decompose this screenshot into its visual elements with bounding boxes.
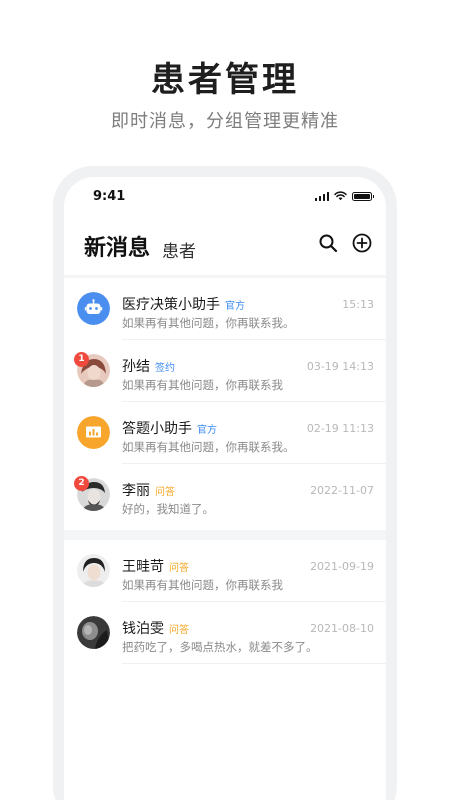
message-time: 03-19 14:13 (306, 360, 374, 373)
message-time: 2021-09-19 (310, 560, 374, 573)
contact-name: 医疗决策小助手 (122, 297, 220, 313)
contact-tag: 问答 (169, 563, 189, 574)
divider (122, 663, 386, 664)
message-list-earlier: 王畦苛 问答 如果再有其他问题，你再联系我 2021-09-19 钱泊雯 问答 … (64, 540, 386, 800)
contact-tag: 问答 (169, 625, 189, 636)
header-bar: 新消息 患者 (64, 217, 386, 275)
list-item[interactable]: 答题小助手 官方 如果再有其他问题，你再联系我。 02-19 11:13 (64, 402, 386, 464)
name-line: 孙结 签约 (122, 356, 175, 376)
status-bar: 9:41 (64, 177, 386, 217)
message-preview: 好的，我知道了。 (122, 502, 214, 516)
contact-name: 王畦苛 (122, 559, 164, 575)
message-preview: 把药吃了，多喝点热水，就差不多了。 (122, 640, 318, 654)
message-time: 2022-11-07 (310, 484, 374, 497)
contact-tag: 问答 (155, 487, 175, 498)
wifi-icon (334, 191, 347, 201)
contact-name: 钱泊雯 (122, 621, 164, 637)
phone-frame: 9:41 新消息 患者 医疗决策小助手 官方 如果再有其他问题，你再联系我。 1… (53, 166, 397, 800)
plus-circle-icon[interactable] (352, 233, 372, 253)
avatar (77, 554, 110, 587)
status-time: 9:41 (93, 189, 126, 204)
message-time: 02-19 11:13 (306, 422, 374, 435)
header-actions (318, 233, 372, 253)
message-preview: 如果再有其他问题，你再联系我 (122, 578, 283, 592)
contact-name: 李丽 (122, 483, 150, 499)
list-item[interactable]: 1 孙结 签约 如果再有其他问题，你再联系我 03-19 14:13 (64, 340, 386, 402)
name-line: 医疗决策小助手 官方 (122, 294, 245, 314)
robot-icon (77, 292, 110, 325)
contact-tag: 官方 (197, 425, 217, 436)
tab-patients[interactable]: 患者 (162, 237, 196, 262)
list-item[interactable]: 2 李丽 问答 好的，我知道了。 2022-11-07 (64, 464, 386, 526)
name-line: 王畦苛 问答 (122, 556, 189, 576)
list-item[interactable]: 钱泊雯 问答 把药吃了，多喝点热水，就差不多了。 2021-08-10 (64, 602, 386, 664)
list-item[interactable]: 王畦苛 问答 如果再有其他问题，你再联系我 2021-09-19 (64, 540, 386, 602)
battery-icon (352, 191, 374, 201)
contact-name: 孙结 (122, 359, 150, 375)
contact-tag: 官方 (225, 301, 245, 312)
message-preview: 如果再有其他问题，你再联系我。 (122, 440, 295, 454)
avatar (77, 616, 110, 649)
signal-icon (314, 191, 329, 201)
search-icon[interactable] (318, 233, 338, 253)
unread-badge: 1 (74, 352, 89, 367)
contact-name: 答题小助手 (122, 421, 192, 437)
name-line: 钱泊雯 问答 (122, 618, 189, 638)
status-icons (314, 191, 374, 201)
name-line: 李丽 问答 (122, 480, 175, 500)
message-time: 15:13 (342, 298, 374, 311)
phone-screen: 9:41 新消息 患者 医疗决策小助手 官方 如果再有其他问题，你再联系我。 1… (64, 177, 386, 800)
unread-badge: 2 (74, 476, 89, 491)
list-item[interactable]: 医疗决策小助手 官方 如果再有其他问题，你再联系我。 15:13 (64, 278, 386, 340)
chart-icon (77, 416, 110, 449)
promo-title: 患者管理 (151, 60, 299, 100)
message-time: 2021-08-10 (310, 622, 374, 635)
message-preview: 如果再有其他问题，你再联系我。 (122, 316, 295, 330)
promo-subtitle: 即时消息，分组管理更精准 (111, 111, 339, 132)
contact-tag: 签约 (155, 363, 175, 374)
page-title: 新消息 (84, 236, 151, 261)
message-list-recent: 医疗决策小助手 官方 如果再有其他问题，你再联系我。 15:13 1 孙结 签约… (64, 278, 386, 530)
message-preview: 如果再有其他问题，你再联系我 (122, 378, 283, 392)
name-line: 答题小助手 官方 (122, 418, 217, 438)
